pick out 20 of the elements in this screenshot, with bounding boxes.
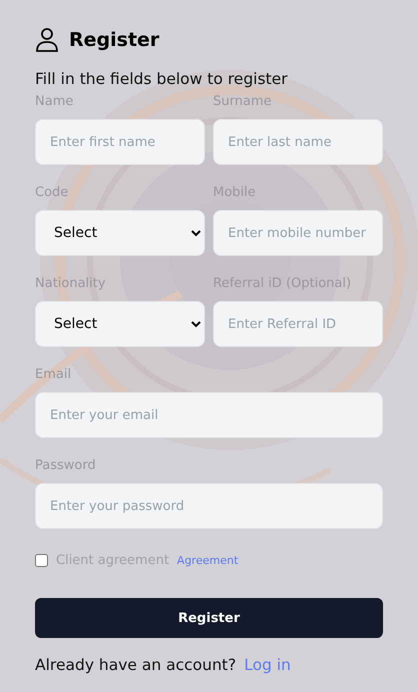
field-label: Code bbox=[35, 185, 70, 202]
field-label: Nationality bbox=[35, 276, 107, 293]
input-field[interactable]: Enter Referral ID bbox=[213, 301, 383, 347]
field-label: Name bbox=[35, 94, 74, 111]
input-field[interactable]: Enter your email bbox=[35, 392, 383, 438]
agreement-checkbox[interactable] bbox=[35, 554, 48, 567]
form-title: Register bbox=[69, 29, 160, 51]
input-field[interactable]: Enter first name bbox=[35, 119, 205, 165]
field-label: Password bbox=[35, 458, 97, 475]
input-field[interactable]: Enter last name bbox=[213, 119, 383, 165]
user-icon bbox=[35, 27, 59, 53]
field-label: Email bbox=[35, 367, 72, 384]
register-button[interactable]: Register bbox=[35, 598, 383, 638]
field-label: Surname bbox=[213, 94, 272, 111]
input-field[interactable]: Enter mobile number bbox=[213, 210, 383, 256]
select-field[interactable]: Select bbox=[35, 210, 205, 256]
input-field[interactable]: Enter your password bbox=[35, 483, 383, 529]
form-subtitle: Fill in the fields below to register bbox=[35, 70, 289, 88]
login-prompt: Already have an account? bbox=[35, 656, 236, 674]
select-field[interactable]: Select bbox=[35, 301, 205, 347]
